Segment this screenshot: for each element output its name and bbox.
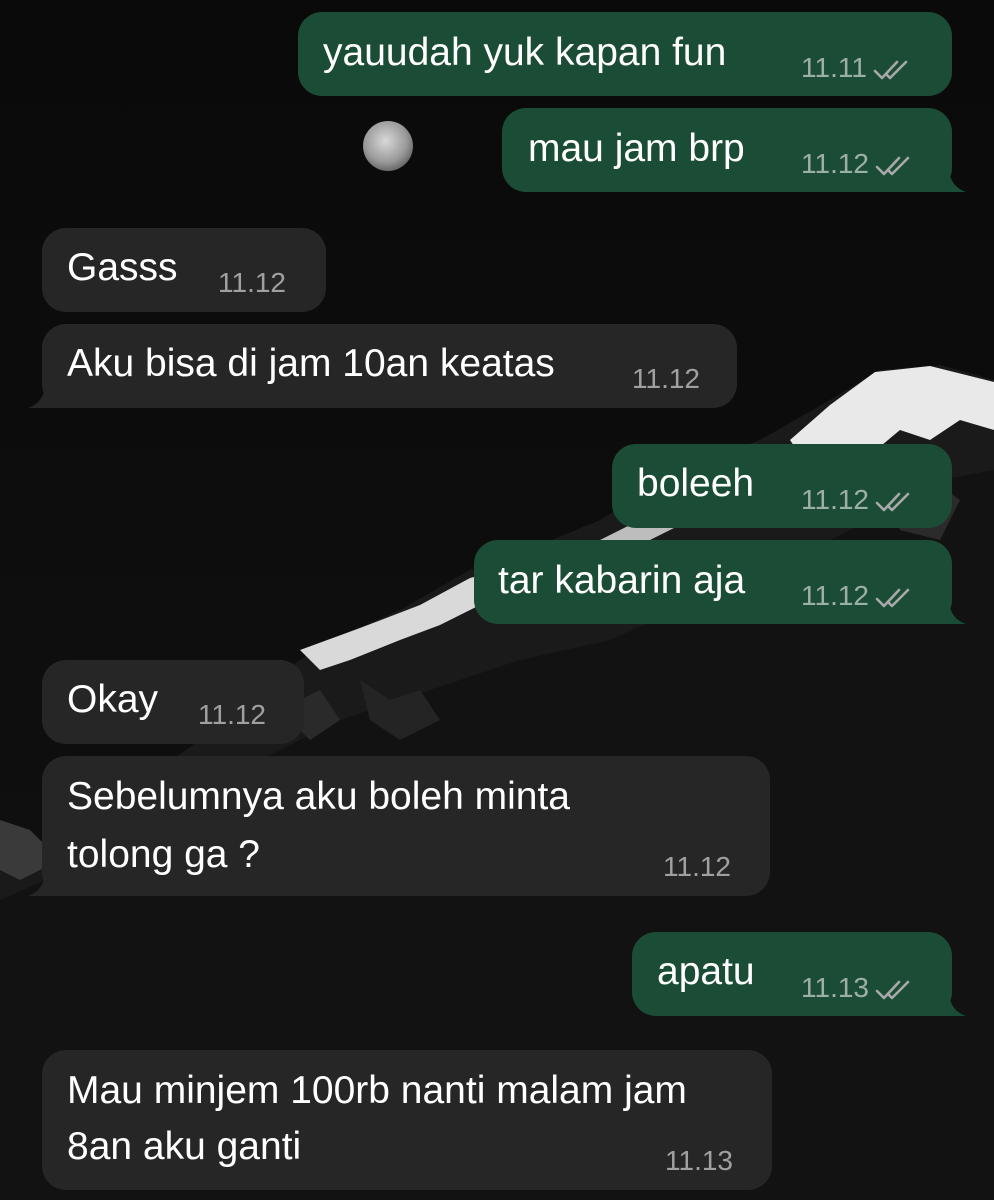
message-bubble-outgoing[interactable]: yauudah yuk kapan fun 11.11: [298, 12, 952, 96]
double-check-icon: [873, 57, 909, 87]
message-time: 11.12: [632, 363, 700, 394]
message-text-line-1: Mau minjem 100rb nanti malam jam: [67, 1069, 687, 1112]
message-time: 11.11: [801, 52, 867, 83]
message-text: Okay: [67, 678, 159, 721]
message-bubble-outgoing[interactable]: apatu 11.13: [632, 932, 952, 1016]
message-time: 11.12: [801, 580, 869, 611]
message-meta: 11.13: [801, 973, 911, 1007]
double-check-icon: [875, 585, 911, 615]
message-bubble-incoming[interactable]: Mau minjem 100rb nanti malam jam 8an aku…: [42, 1050, 772, 1190]
message-text: Aku bisa di jam 10an keatas: [67, 342, 555, 385]
moon-icon: [363, 121, 413, 171]
message-text: tar kabarin aja: [498, 559, 746, 602]
message-bubble-incoming[interactable]: Gasss 11.12: [42, 228, 326, 312]
message-bubble-incoming[interactable]: Aku bisa di jam 10an keatas 11.12: [42, 324, 737, 408]
message-time: 11.12: [801, 148, 869, 179]
message-meta: 11.12: [801, 581, 911, 615]
message-bubble-outgoing[interactable]: mau jam brp 11.12: [502, 108, 952, 192]
message-bubble-outgoing[interactable]: boleeh 11.12: [612, 444, 952, 528]
message-bubble-outgoing[interactable]: tar kabarin aja 11.12: [474, 540, 952, 624]
bubble-tail: [28, 866, 64, 896]
message-meta: 11.12: [801, 485, 911, 519]
message-text: apatu: [657, 950, 755, 993]
message-time: 11.13: [665, 1145, 733, 1176]
chat-screen: yauudah yuk kapan fun 11.11 mau jam brp …: [0, 0, 994, 1200]
message-meta: 11.12: [801, 149, 911, 183]
message-text-line-2: 8an aku ganti: [67, 1125, 302, 1168]
double-check-icon: [875, 977, 911, 1007]
message-text-line-2: tolong ga ?: [67, 833, 261, 876]
message-time: 11.13: [801, 972, 869, 1003]
message-meta: 11.11: [801, 53, 909, 87]
message-bubble-incoming[interactable]: Okay 11.12: [42, 660, 304, 744]
message-time: 11.12: [801, 484, 869, 515]
message-time: 11.12: [218, 267, 286, 298]
message-time: 11.12: [198, 699, 266, 730]
message-time: 11.12: [663, 851, 731, 882]
message-text-line-1: Sebelumnya aku boleh minta: [67, 775, 570, 818]
double-check-icon: [875, 489, 911, 519]
message-text: mau jam brp: [528, 127, 745, 170]
message-text: Gasss: [67, 246, 178, 289]
double-check-icon: [875, 153, 911, 183]
message-bubble-incoming[interactable]: Sebelumnya aku boleh minta tolong ga ? 1…: [42, 756, 770, 896]
message-text: boleeh: [637, 462, 755, 505]
bubble-tail: [930, 162, 966, 192]
bubble-tail: [930, 594, 966, 624]
bubble-tail: [930, 986, 966, 1016]
bubble-tail: [28, 378, 64, 408]
message-text: yauudah yuk kapan fun: [323, 31, 727, 74]
